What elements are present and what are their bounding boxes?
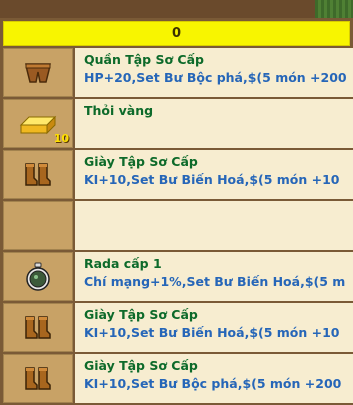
item-info[interactable]: Thỏi vàng — [75, 99, 353, 148]
item-slot[interactable] — [3, 201, 73, 250]
item-name: Quần Tập Sơ Cấp — [84, 52, 204, 67]
item-slot[interactable]: 10 — [3, 99, 73, 148]
inventory-item[interactable]: Rada cấp 1 Chí mạng+1%,Set Bư Biến Hoá,$… — [3, 252, 353, 301]
item-name: Giày Tập Sơ Cấp — [84, 358, 198, 373]
item-desc: KI+10,Set Bư Biến Hoá,$(5 món +10 — [84, 172, 340, 187]
item-desc: HP+20,Set Bư Bộc phá,$(5 món +200 — [84, 70, 347, 85]
item-slot[interactable] — [3, 252, 73, 301]
inventory-item[interactable]: 10 Thỏi vàng — [3, 99, 353, 148]
item-info[interactable]: Giày Tập Sơ Cấp KI+10,Set Bư Bộc phá,$(5… — [75, 354, 353, 403]
item-desc: KI+10,Set Bư Biến Hoá,$(5 món +10 — [84, 325, 340, 340]
item-info[interactable] — [75, 201, 353, 250]
item-info[interactable]: Rada cấp 1 Chí mạng+1%,Set Bư Biến Hoá,$… — [75, 252, 353, 301]
item-name: Thỏi vàng — [84, 103, 154, 118]
grass-decoration — [315, 0, 353, 18]
item-info[interactable]: Quần Tập Sơ Cấp HP+20,Set Bư Bộc phá,$(5… — [75, 48, 353, 97]
item-slot[interactable] — [3, 150, 73, 199]
item-desc: KI+10,Set Bư Bộc phá,$(5 món +200 — [84, 376, 342, 391]
inventory-item[interactable]: Giày Tập Sơ Cấp KI+10,Set Bư Biến Hoá,$(… — [3, 150, 353, 199]
header-bar: 0 — [3, 21, 350, 46]
top-bar — [0, 0, 353, 18]
item-name: Rada cấp 1 — [84, 256, 162, 271]
item-slot[interactable] — [3, 303, 73, 352]
item-slot[interactable] — [3, 354, 73, 403]
boots-icon — [25, 162, 51, 186]
inventory-item[interactable]: Quần Tập Sơ Cấp HP+20,Set Bư Bộc phá,$(5… — [3, 48, 353, 97]
item-name: Giày Tập Sơ Cấp — [84, 307, 198, 322]
item-info[interactable]: Giày Tập Sơ Cấp KI+10,Set Bư Biến Hoá,$(… — [75, 150, 353, 199]
boots-icon — [25, 315, 51, 339]
item-info[interactable]: Giày Tập Sơ Cấp KI+10,Set Bư Biến Hoá,$(… — [75, 303, 353, 352]
inventory-item[interactable]: Giày Tập Sơ Cấp KI+10,Set Bư Bộc phá,$(5… — [3, 354, 353, 403]
inventory-list: Quần Tập Sơ Cấp HP+20,Set Bư Bộc phá,$(5… — [3, 48, 353, 405]
pants-icon — [25, 62, 51, 83]
header-value: 0 — [171, 26, 182, 41]
item-desc: Chí mạng+1%,Set Bư Biến Hoá,$(5 m — [84, 274, 346, 289]
gold-bar-icon — [19, 115, 57, 134]
inventory-item[interactable]: Giày Tập Sơ Cấp KI+10,Set Bư Biến Hoá,$(… — [3, 303, 353, 352]
item-name: Giày Tập Sơ Cấp — [84, 154, 198, 169]
boots-icon — [25, 366, 51, 390]
item-slot[interactable] — [3, 48, 73, 97]
radar-icon — [26, 262, 50, 291]
inventory-item[interactable] — [3, 201, 353, 250]
item-quantity: 10 — [53, 132, 69, 145]
